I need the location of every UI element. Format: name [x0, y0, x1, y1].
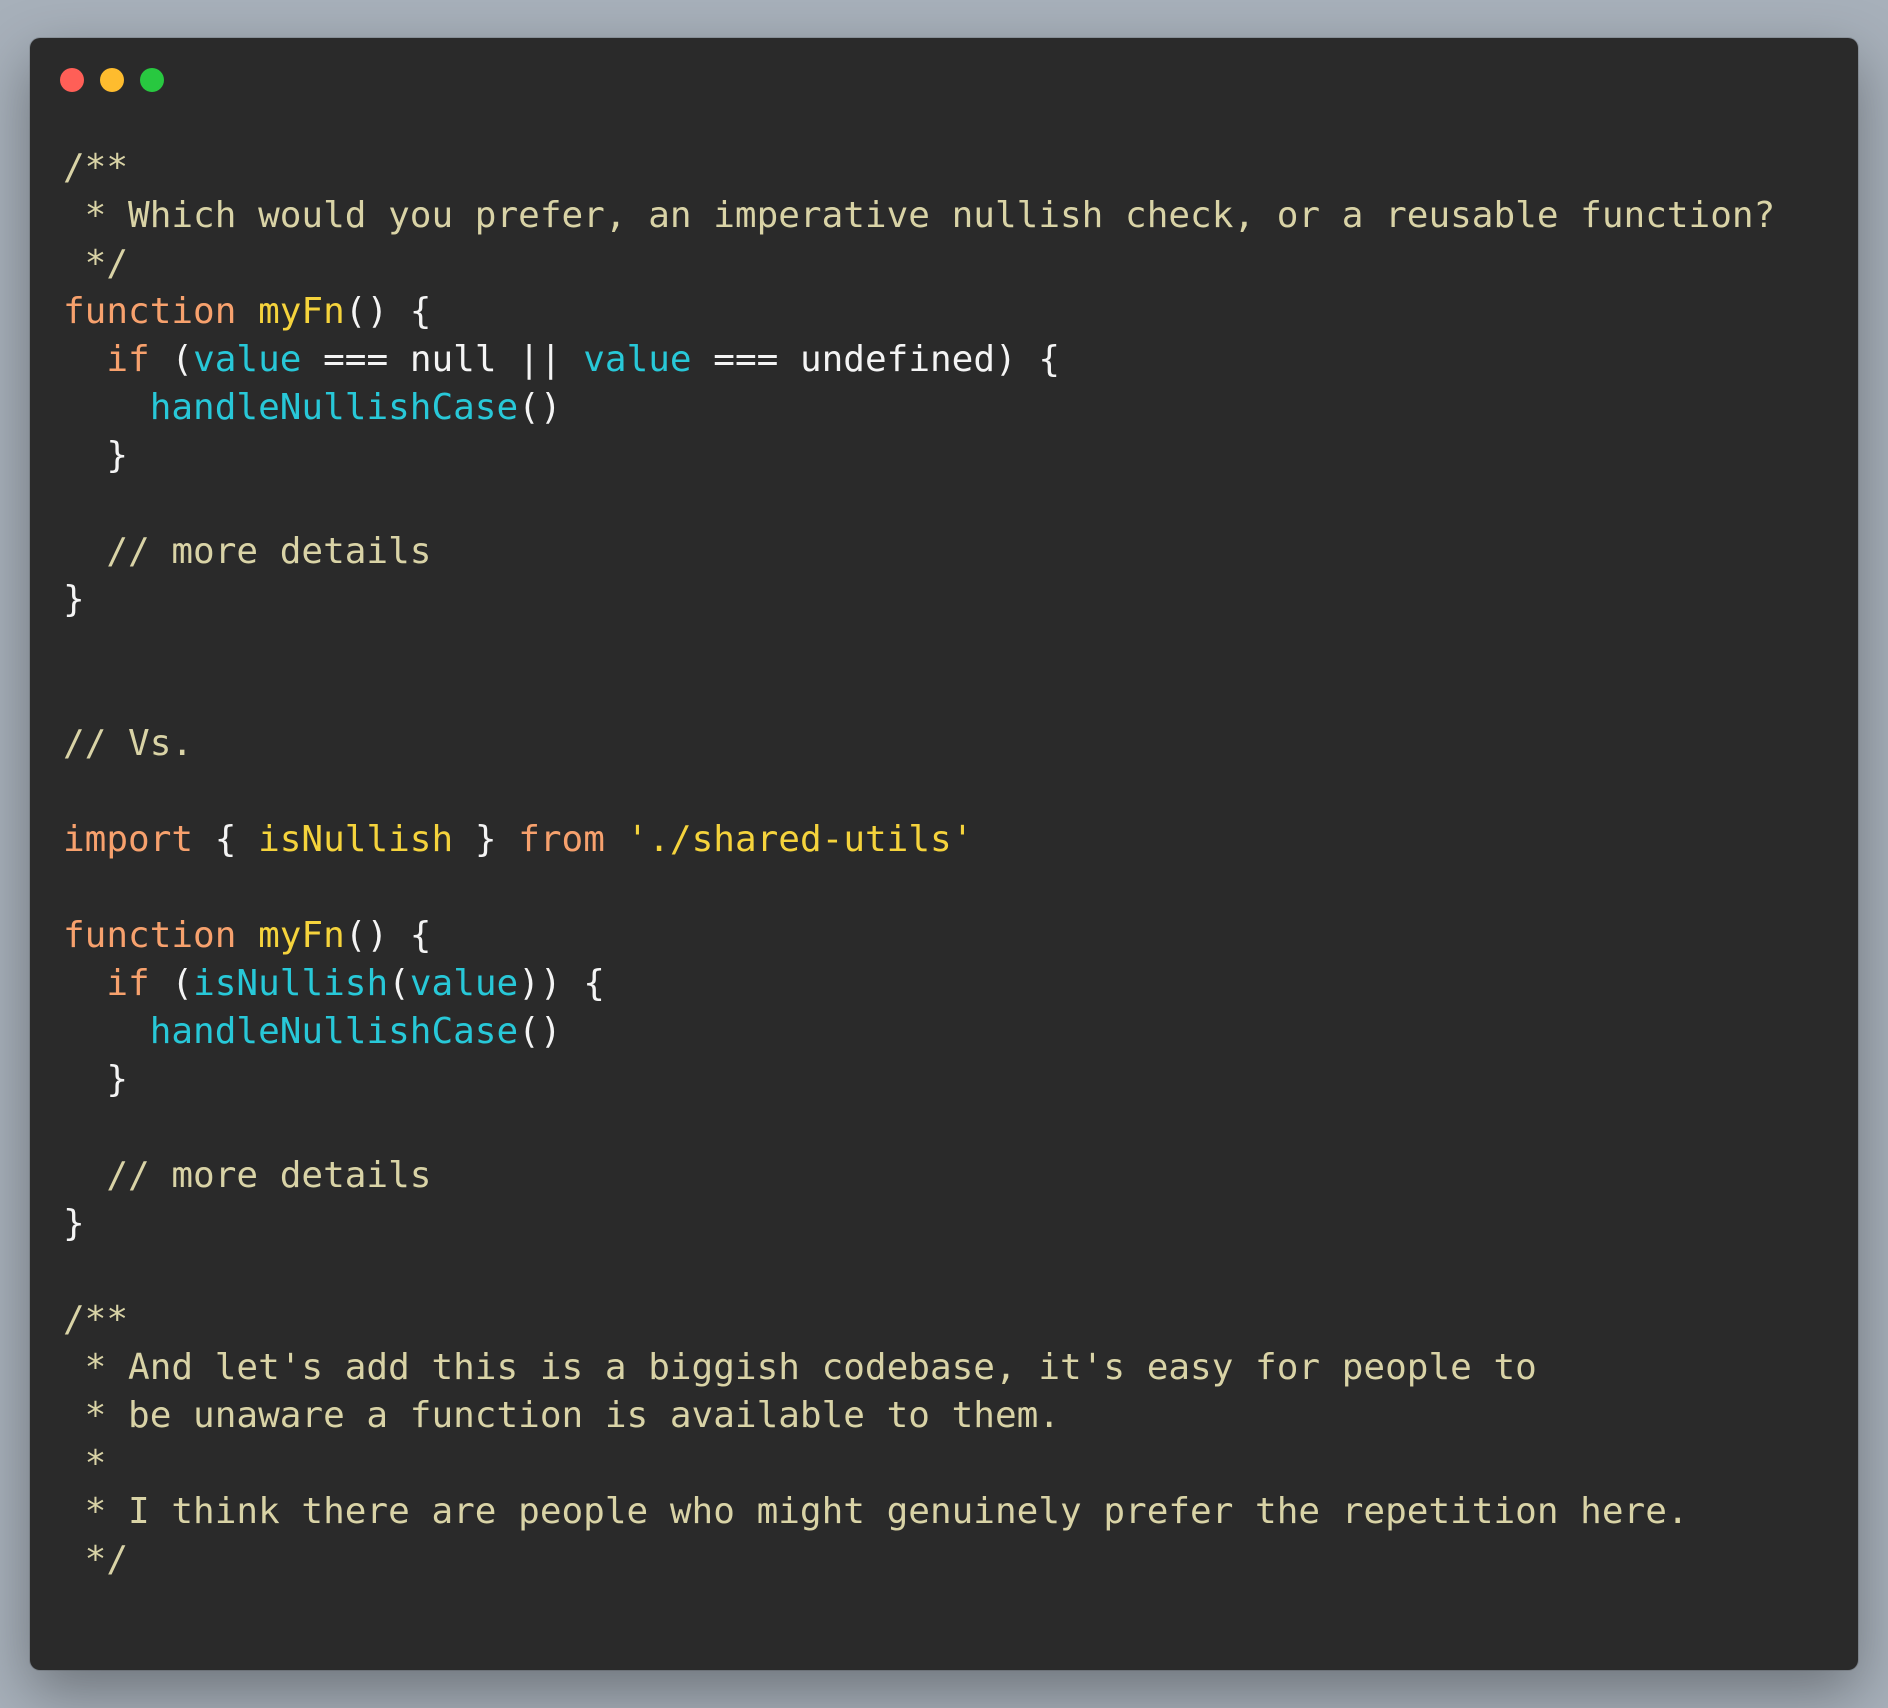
- code-token-ident: isNullish: [193, 963, 389, 1004]
- code-token-plain: }: [63, 579, 85, 620]
- code-block: /** * Which would you prefer, an imperat…: [63, 144, 1775, 1584]
- code-token-ident: value: [193, 339, 302, 380]
- code-token-comment: // Vs.: [63, 723, 194, 764]
- code-token-plain: }: [63, 1059, 129, 1100]
- code-line: */: [63, 1536, 1775, 1584]
- code-token-plain: )) {: [518, 963, 605, 1004]
- code-line: * I think there are people who might gen…: [63, 1488, 1775, 1536]
- code-token-comment: * be unaware a function is available to …: [63, 1395, 1060, 1436]
- code-token-comment: * Which would you prefer, an imperative …: [63, 195, 1776, 236]
- code-token-keyword: if: [106, 339, 150, 380]
- code-token-plain: (: [388, 963, 410, 1004]
- code-line: *: [63, 1440, 1775, 1488]
- code-token-comment: */: [63, 1539, 129, 1580]
- code-token-comment: * I think there are people who might gen…: [63, 1491, 1689, 1532]
- code-token-plain: (): [518, 1011, 562, 1052]
- code-line: // more details: [63, 1152, 1775, 1200]
- code-token-ident: handleNullishCase: [149, 1011, 519, 1052]
- code-token-plain: === undefined) {: [691, 339, 1061, 380]
- window-controls: [60, 68, 164, 92]
- code-token-keyword: if: [106, 963, 150, 1004]
- code-line: }: [63, 576, 1775, 624]
- code-line: }: [63, 1056, 1775, 1104]
- code-window: /** * Which would you prefer, an imperat…: [30, 38, 1858, 1670]
- code-token-keyword: function: [63, 291, 237, 332]
- code-line: import { isNullish } from './shared-util…: [63, 816, 1775, 864]
- code-token-plain: (: [149, 339, 194, 380]
- code-token-plain: }: [63, 435, 129, 476]
- code-token-comment: /**: [63, 147, 129, 188]
- code-token-func: myFn: [258, 291, 345, 332]
- minimize-button[interactable]: [100, 68, 124, 92]
- code-token-plain: (: [149, 963, 194, 1004]
- code-token-comment: */: [63, 243, 129, 284]
- code-token-plain: }: [453, 819, 519, 860]
- code-token-ident: value: [583, 339, 692, 380]
- code-line: function myFn() {: [63, 912, 1775, 960]
- code-token-comment: * And let's add this is a biggish codeba…: [63, 1347, 1537, 1388]
- code-token-plain: === null ||: [301, 339, 584, 380]
- code-token-comment: // more details: [63, 1155, 432, 1196]
- code-line: function myFn() {: [63, 288, 1775, 336]
- code-line: handleNullishCase(): [63, 384, 1775, 432]
- code-line: handleNullishCase(): [63, 1008, 1775, 1056]
- close-button[interactable]: [60, 68, 84, 92]
- code-token-plain: (): [518, 387, 562, 428]
- code-token-func: myFn: [258, 915, 345, 956]
- code-token-plain: () {: [344, 915, 432, 956]
- code-token-string: './shared-utils': [626, 819, 974, 860]
- code-token-keyword: function: [63, 915, 237, 956]
- code-line: if (isNullish(value)) {: [63, 960, 1775, 1008]
- code-token-plain: {: [193, 819, 259, 860]
- code-token-func: isNullish: [258, 819, 454, 860]
- code-line: }: [63, 432, 1775, 480]
- code-token-ident: value: [409, 963, 519, 1004]
- code-token-ident: handleNullishCase: [149, 387, 519, 428]
- code-line: * be unaware a function is available to …: [63, 1392, 1775, 1440]
- code-token-keyword: import: [63, 819, 194, 860]
- code-token-comment: // more details: [63, 531, 432, 572]
- code-line: * Which would you prefer, an imperative …: [63, 192, 1776, 240]
- code-line: * And let's add this is a biggish codeba…: [63, 1344, 1775, 1392]
- code-line: // Vs.: [63, 720, 1775, 768]
- code-token-plain: }: [63, 1203, 85, 1244]
- code-line: if (value === null || value === undefine…: [63, 336, 1775, 384]
- code-line: */: [63, 240, 1775, 288]
- code-line: }: [63, 1200, 1775, 1248]
- code-line: /**: [63, 1296, 1775, 1344]
- code-line: /**: [63, 144, 1775, 192]
- code-token-comment: /**: [63, 1299, 129, 1340]
- code-token-comment: *: [63, 1443, 107, 1484]
- zoom-button[interactable]: [140, 68, 164, 92]
- code-line: // more details: [63, 528, 1775, 576]
- code-token-plain: () {: [344, 291, 432, 332]
- code-token-keyword: from: [518, 819, 605, 860]
